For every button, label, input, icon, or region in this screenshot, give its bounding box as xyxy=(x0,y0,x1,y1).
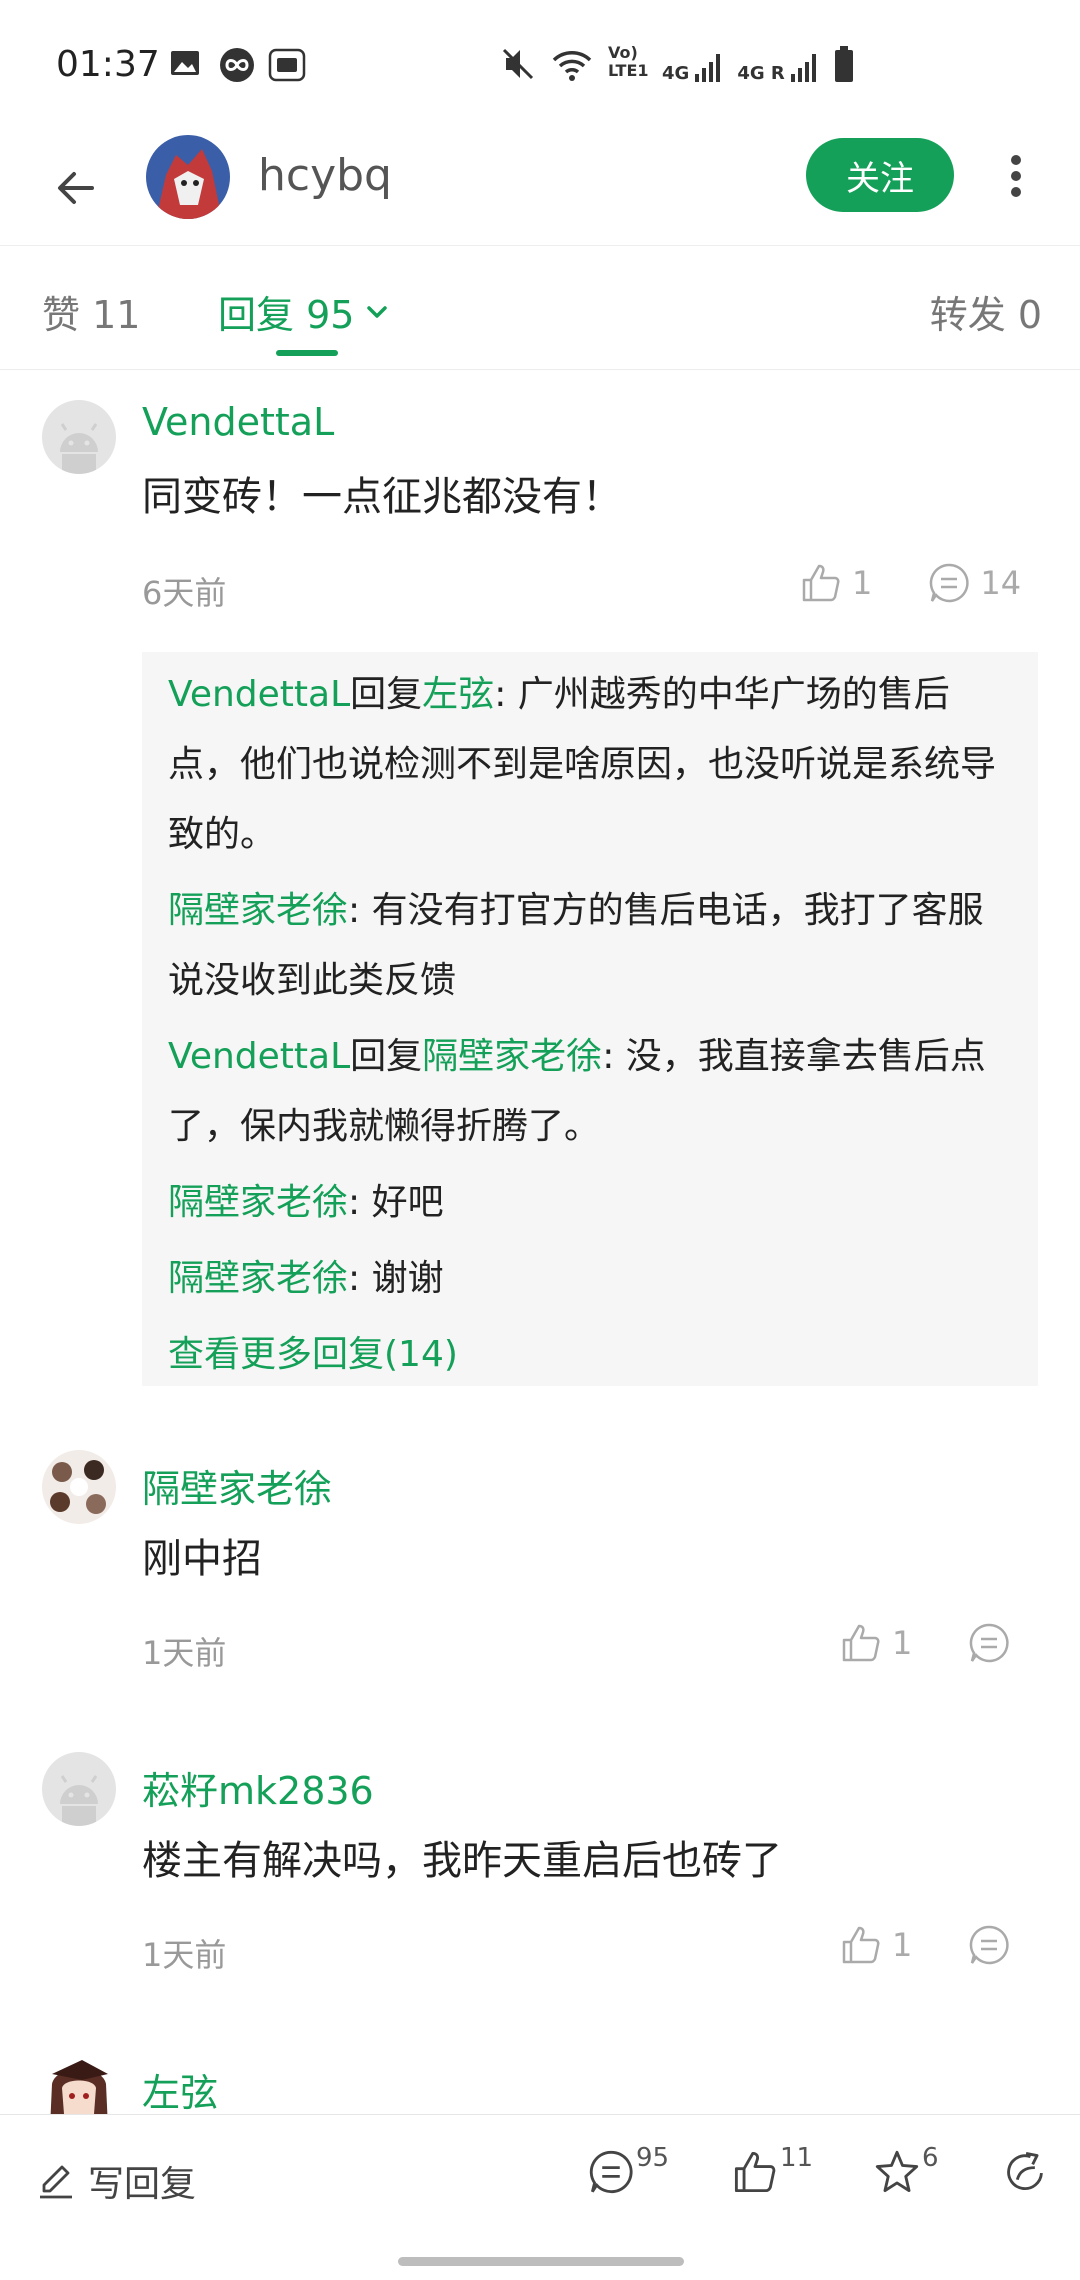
commenter-name[interactable]: VendettaL xyxy=(142,400,334,444)
sub-reply-author[interactable]: 隔壁家老徐 xyxy=(168,890,348,931)
tab-forwards[interactable]: 转发 0 xyxy=(930,284,1042,339)
thumbs-up-icon xyxy=(734,2151,776,2193)
sub-reply[interactable]: 隔壁家老徐: 有没有打官方的售后电话，我打了客服说没收到此类反馈 xyxy=(168,876,1012,1016)
commenter-name[interactable]: 左弦 xyxy=(142,2062,218,2117)
image-icon xyxy=(168,46,204,82)
sub-reply-text: : 好吧 xyxy=(348,1182,444,1223)
share-button[interactable] xyxy=(1002,2149,1048,2195)
commenter-avatar[interactable] xyxy=(42,1450,116,1524)
favorite-count: 6 xyxy=(922,2143,939,2173)
comment-bubble-icon xyxy=(970,1623,1009,1663)
commenter-name[interactable]: 隔壁家老徐 xyxy=(142,1458,332,1513)
bottom-action-bar: 写回复 95 11 6 xyxy=(0,2114,1080,2280)
battery-icon xyxy=(833,44,855,84)
comment-time: 1天前 xyxy=(142,1936,227,1974)
group-photo-avatar-icon xyxy=(42,1450,116,1524)
comment-actions: 1 14 xyxy=(800,562,1021,604)
tab-replies[interactable]: 回复 95 xyxy=(218,284,390,339)
comment-bubble-icon xyxy=(930,563,969,603)
comment-reply-button[interactable] xyxy=(968,1622,1010,1664)
comment-text: 楼主有解决吗，我昨天重启后也砖了 xyxy=(142,1838,782,1884)
comment-like-count: 1 xyxy=(852,564,873,602)
post-tabs: 赞 11 回复 95 转发 0 xyxy=(0,246,1080,370)
comment-like-button[interactable]: 1 xyxy=(840,1924,912,1966)
signal-4g-roaming-icon: 4G R xyxy=(737,44,818,84)
reply-count-button[interactable]: 95 xyxy=(588,2143,669,2195)
net1-label: 4G xyxy=(662,63,690,84)
commenter-name[interactable]: 菘籽mk2836 xyxy=(142,1760,374,1815)
comment-bubble-icon xyxy=(970,1925,1009,1965)
comment-reply-count: 14 xyxy=(980,564,1022,602)
comment-time: 6天前 xyxy=(142,574,227,612)
like-button[interactable]: 11 xyxy=(732,2143,813,2195)
net2-label: 4G R xyxy=(737,63,785,84)
write-reply-button[interactable]: 写回复 xyxy=(36,2155,196,2207)
star-icon xyxy=(875,2150,919,2193)
comment-like-count: 1 xyxy=(892,1624,913,1662)
sub-reply-author[interactable]: VendettaL xyxy=(168,674,350,715)
sub-reply-author[interactable]: 隔壁家老徐 xyxy=(168,1258,348,1299)
comment-actions: 1 xyxy=(840,1622,1010,1664)
home-indicator[interactable] xyxy=(398,2257,684,2266)
reply-count: 95 xyxy=(636,2143,670,2173)
status-right-icons: Vo) LTE1 4G 4G R xyxy=(500,44,855,84)
post-header: hcybq 关注 xyxy=(0,130,1080,246)
more-options-button[interactable] xyxy=(986,140,1046,212)
default-android-avatar-icon xyxy=(42,1752,116,1826)
infinity-icon xyxy=(218,46,254,82)
status-time: 01:37 xyxy=(56,44,160,85)
more-vertical-icon xyxy=(1011,155,1021,197)
comment-like-button[interactable]: 1 xyxy=(840,1622,912,1664)
tab-likes[interactable]: 赞 11 xyxy=(42,284,140,339)
comment-actions: 1 xyxy=(840,1924,1010,1966)
thumbs-up-icon xyxy=(842,1624,880,1662)
comment-text: 同变砖！一点征兆都没有！ xyxy=(142,474,622,520)
comment-time: 1天前 xyxy=(142,1634,227,1672)
favorite-button[interactable]: 6 xyxy=(874,2143,939,2195)
status-left-icons xyxy=(168,46,306,82)
tab-active-indicator xyxy=(276,350,338,356)
signal-4g-icon: 4G xyxy=(662,44,723,84)
folder-icon xyxy=(268,46,306,82)
share-icon xyxy=(1007,2151,1043,2190)
follow-button[interactable]: 关注 xyxy=(806,138,954,212)
sub-reply-target[interactable]: 隔壁家老徐 xyxy=(422,1036,602,1077)
sub-reply-verb: 回复 xyxy=(350,674,423,715)
author-avatar[interactable] xyxy=(146,135,230,219)
thumbs-up-icon xyxy=(802,564,840,602)
sub-reply[interactable]: VendettaL回复左弦: 广州越秀的中华广场的售后点，他们也说检测不到是啥原… xyxy=(168,660,1012,870)
sub-replies-box: VendettaL回复左弦: 广州越秀的中华广场的售后点，他们也说检测不到是啥原… xyxy=(142,652,1038,1386)
chevron-down-icon xyxy=(367,305,388,318)
sub-reply-target[interactable]: 左弦 xyxy=(422,674,494,715)
author-username[interactable]: hcybq xyxy=(258,150,392,201)
default-android-avatar-icon xyxy=(42,400,116,474)
write-reply-label: 写回复 xyxy=(88,2164,197,2205)
volte-icon: Vo) LTE1 xyxy=(608,43,649,80)
back-arrow-icon xyxy=(58,172,94,204)
sub-reply-author[interactable]: VendettaL xyxy=(168,1036,350,1077)
view-more-replies-link[interactable]: 查看更多回复(14) xyxy=(168,1320,1012,1390)
wifi-icon xyxy=(550,44,594,84)
sub-reply[interactable]: 隔壁家老徐: 谢谢 xyxy=(168,1244,1012,1314)
commenter-avatar[interactable] xyxy=(42,400,116,474)
comment-bubble-icon xyxy=(589,2150,633,2194)
back-button[interactable] xyxy=(40,152,112,224)
sub-reply[interactable]: VendettaL回复隔壁家老徐: 没，我直接拿去售后点了，保内我就懒得折腾了。 xyxy=(168,1022,1012,1162)
comment-like-button[interactable]: 1 xyxy=(800,562,872,604)
sub-reply[interactable]: 隔壁家老徐: 好吧 xyxy=(168,1168,1012,1238)
sub-reply-verb: 回复 xyxy=(350,1036,423,1077)
mute-icon xyxy=(500,44,536,84)
thumbs-up-icon xyxy=(842,1926,880,1964)
pencil-icon xyxy=(40,2165,72,2199)
sub-reply-text: : 谢谢 xyxy=(348,1258,444,1299)
tab-replies-label: 回复 95 xyxy=(218,293,355,337)
comment-text: 刚中招 xyxy=(142,1536,262,1582)
status-bar: 01:37 Vo) LTE1 4G 4G R xyxy=(0,0,1080,130)
like-count: 11 xyxy=(780,2143,814,2173)
commenter-avatar[interactable] xyxy=(42,1752,116,1826)
sub-reply-author[interactable]: 隔壁家老徐 xyxy=(168,1182,348,1223)
comment-reply-button[interactable] xyxy=(968,1924,1010,1966)
comment-like-count: 1 xyxy=(892,1926,913,1964)
comment-reply-button[interactable]: 14 xyxy=(928,562,1021,604)
